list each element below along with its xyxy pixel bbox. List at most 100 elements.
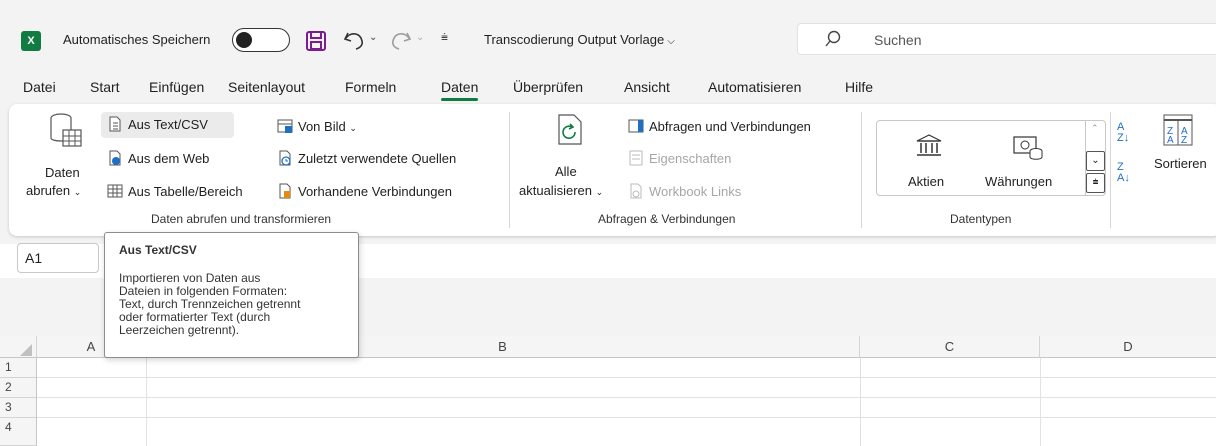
aus-tabelle-label: Aus Tabelle/Bereich [128, 184, 243, 199]
aktien-button[interactable]: Aktien [897, 133, 967, 189]
save-icon[interactable] [305, 30, 327, 55]
waehrungen-button[interactable]: Währungen [985, 133, 1075, 189]
tab-ueberpruefen[interactable]: Überprüfen [513, 79, 583, 95]
vorhandene-label: Vorhandene Verbindungen [298, 184, 452, 199]
tab-datei[interactable]: Datei [23, 79, 56, 95]
group-label-datentypen: Datentypen [950, 212, 1012, 226]
bank-icon [915, 133, 943, 162]
sortieren-button[interactable]: ZAAZ Sortieren [1149, 112, 1216, 172]
alle-label: Alle [555, 164, 577, 179]
customize-qat-icon[interactable]: ⩧ [441, 30, 448, 45]
eigenschaften-label: Eigenschaften [649, 151, 732, 166]
chevron-down-icon: ⌵ [667, 36, 675, 47]
autosave-label: Automatisches Speichern [63, 32, 211, 47]
document-title[interactable]: Transcodierung Output Vorlage ⌵ [484, 32, 675, 47]
group-divider [1110, 112, 1111, 228]
autosave-toggle[interactable] [232, 28, 290, 52]
row-header-3[interactable]: 3 [0, 398, 37, 418]
row-header-4[interactable]: 4 [0, 418, 37, 446]
select-all-corner[interactable] [0, 336, 37, 358]
undo-icon[interactable] [342, 29, 366, 54]
search-box[interactable]: Suchen [797, 23, 1216, 55]
tab-seitenlayout[interactable]: Seitenlayout [228, 79, 305, 95]
svg-text:Z: Z [1181, 135, 1187, 146]
toggle-knob [236, 32, 252, 48]
tab-daten[interactable]: Daten [441, 79, 479, 101]
tab-ansicht[interactable]: Ansicht [624, 79, 670, 95]
tooltip-title: Aus Text/CSV [119, 243, 197, 257]
tab-automatisieren[interactable]: Automatisieren [708, 79, 801, 95]
name-box[interactable]: A1 [17, 243, 99, 273]
column-divider [860, 358, 861, 446]
aus-text-csv-button[interactable]: Aus Text/CSV [101, 112, 234, 138]
von-bild-label: Von Bild [298, 119, 346, 134]
tooltip-line: Leerzeichen getrennt). [119, 323, 240, 337]
row-header-2[interactable]: 2 [0, 378, 37, 398]
column-divider [146, 358, 147, 446]
tab-formeln[interactable]: Formeln [345, 79, 396, 95]
zuletzt-verwendet-button[interactable]: Zuletzt verwendete Quellen [277, 150, 456, 166]
daten-abrufen-label-2: abrufen ⌄ [26, 183, 81, 198]
table-icon [107, 183, 123, 199]
ribbon: Daten abrufen ⌄ Aus Text/CSV Aus dem Web… [9, 104, 1216, 236]
undo-dropdown-icon[interactable]: ⌄ [369, 32, 377, 43]
daten-abrufen-text: abrufen [26, 183, 71, 198]
daten-abrufen-button[interactable]: Daten abrufen ⌄ [17, 108, 101, 202]
image-table-icon [277, 118, 293, 134]
svg-text:A: A [1167, 135, 1174, 146]
abfragen-label: Abfragen und Verbindungen [649, 119, 811, 134]
database-icon [49, 112, 83, 153]
group-label-daten-abrufen: Daten abrufen und transformieren [151, 212, 332, 226]
alle-aktualisieren-button[interactable]: Alle aktualisieren ⌄ [515, 108, 619, 202]
tooltip-aus-text-csv: Aus Text/CSV Importieren von Daten aus D… [104, 232, 359, 358]
ribbon-tabs: Datei Start Einfügen Seitenlayout Formel… [0, 76, 1216, 104]
column-header-c[interactable]: C [860, 336, 1040, 358]
queries-pane-icon [628, 118, 644, 134]
scroll-up-icon[interactable]: ⌃ [1091, 123, 1099, 134]
gallery-expand-icon[interactable]: ⩧ [1086, 173, 1105, 193]
sort-descending-icon[interactable]: Z A↓ [1117, 162, 1130, 184]
workbook-links-button[interactable]: Workbook Links [628, 183, 741, 199]
group-label-abfragen: Abfragen & Verbindungen [598, 212, 736, 226]
search-icon [824, 30, 842, 51]
chevron-down-icon: ⌄ [73, 187, 82, 197]
gallery-scroll: ⌃ ⌄ ⩧ [1085, 121, 1105, 195]
sort-dialog-icon: ZAAZ [1163, 114, 1193, 149]
daten-abrufen-label-1: Daten [45, 165, 80, 180]
chevron-down-icon: ⌄ [595, 187, 604, 197]
workbook-links-label: Workbook Links [649, 184, 742, 199]
datentypen-gallery: Aktien Währungen ⌃ ⌄ ⩧ [876, 120, 1106, 196]
tab-einfuegen[interactable]: Einfügen [149, 79, 204, 95]
abfragen-verbindungen-button[interactable]: Abfragen und Verbindungen [628, 118, 811, 134]
currency-icon [1012, 133, 1044, 164]
name-box-value: A1 [25, 250, 43, 266]
vorhandene-verbindungen-button[interactable]: Vorhandene Verbindungen [277, 183, 452, 199]
row-header-1[interactable]: 1 [0, 358, 37, 378]
scroll-down-icon[interactable]: ⌄ [1086, 151, 1105, 171]
redo-dropdown-icon[interactable]: ⌄ [416, 32, 424, 43]
search-placeholder: Suchen [874, 32, 922, 48]
aus-dem-web-button[interactable]: Aus dem Web [107, 150, 209, 166]
von-bild-button[interactable]: Von Bild ⌄ [277, 118, 357, 134]
document-title-text: Transcodierung Output Vorlage [484, 32, 665, 47]
recent-sources-icon [277, 150, 293, 166]
title-bar: X Automatisches Speichern ⌄ ⌄ ⩧ Transcod… [0, 0, 1216, 76]
group-divider [509, 112, 510, 228]
tab-start[interactable]: Start [90, 79, 120, 95]
sortieren-label: Sortieren [1154, 156, 1207, 171]
connections-icon [277, 183, 293, 199]
web-file-icon [107, 150, 123, 166]
column-header-d[interactable]: D [1040, 336, 1216, 358]
sort-ascending-icon[interactable]: A Z↓ [1117, 122, 1129, 144]
aktien-label: Aktien [908, 174, 945, 189]
column-divider [1040, 358, 1041, 446]
tab-hilfe[interactable]: Hilfe [845, 79, 873, 95]
refresh-icon [557, 114, 585, 149]
aus-tabelle-button[interactable]: Aus Tabelle/Bereich [107, 183, 243, 199]
eigenschaften-button[interactable]: Eigenschaften [628, 150, 731, 166]
tooltip-body: Importieren von Daten aus Dateien in fol… [119, 272, 344, 337]
redo-icon[interactable] [389, 29, 413, 54]
aktualisieren-text: aktualisieren [519, 183, 592, 198]
waehrungen-label: Währungen [985, 174, 1053, 189]
excel-logo-icon: X [21, 31, 41, 51]
